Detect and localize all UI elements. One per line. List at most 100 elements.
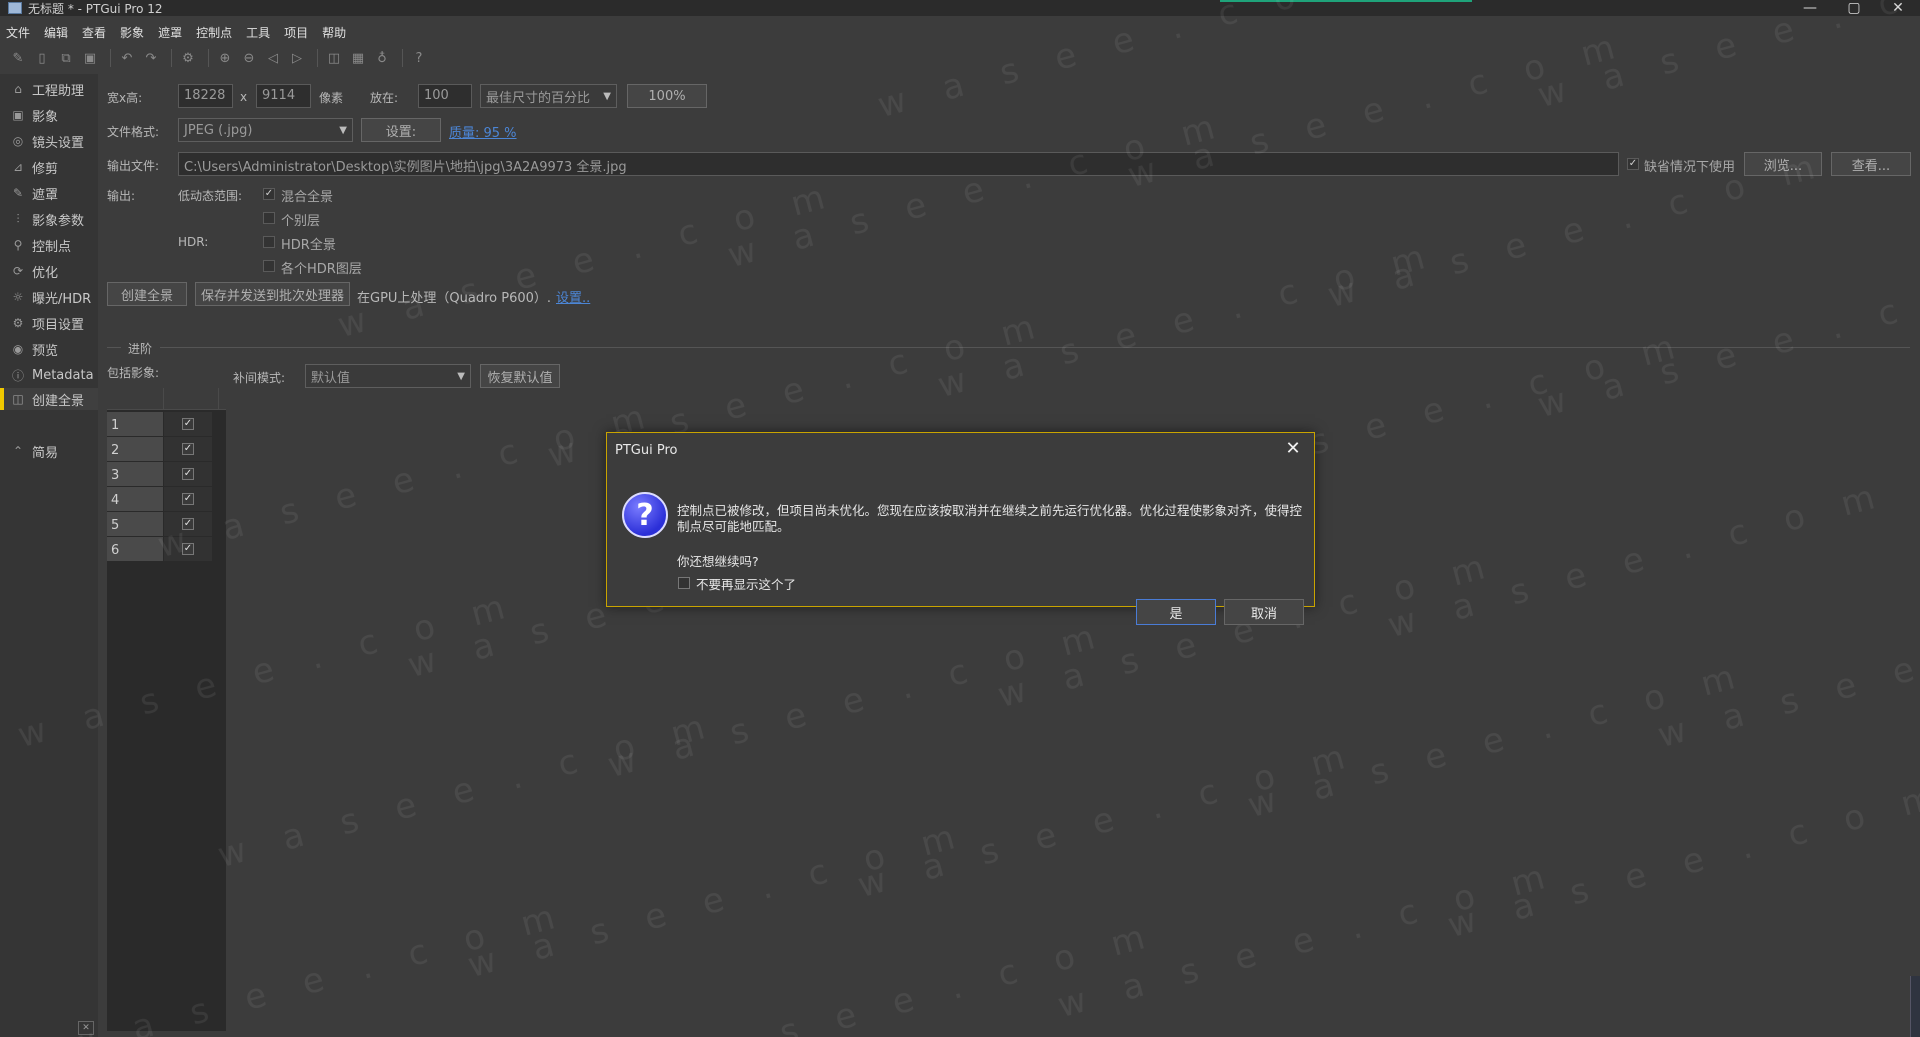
scale-mode-value: 最佳尺寸的百分比 — [486, 90, 591, 106]
format-settings-button[interactable]: 设置: — [361, 118, 441, 142]
menu-images[interactable]: 影象 — [120, 24, 144, 41]
sidebar-item-exposure-hdr[interactable]: ☼ 曝光/HDR — [0, 286, 98, 308]
menu-project[interactable]: 项目 — [284, 24, 308, 41]
next-icon[interactable]: ▷ — [287, 48, 307, 68]
width-input[interactable]: 18228 — [178, 84, 233, 108]
include-checkbox[interactable]: ✓ — [182, 518, 194, 530]
toolbar-separator — [208, 49, 209, 67]
include-cell[interactable]: ✓ — [164, 537, 212, 561]
menu-help[interactable]: 帮助 — [322, 24, 346, 41]
include-cell[interactable]: ✓ — [164, 412, 212, 436]
table-row[interactable]: 3 ✓ — [107, 462, 212, 487]
table-row[interactable]: 2 ✓ — [107, 437, 212, 462]
lightbulb-icon[interactable]: ♁ — [372, 48, 392, 68]
menu-control-points[interactable]: 控制点 — [196, 24, 232, 41]
settings-gear-icon[interactable]: ⚙ — [178, 48, 198, 68]
scale-mode-select[interactable]: 最佳尺寸的百分比 ▼ — [480, 84, 617, 108]
include-cell[interactable]: ✓ — [164, 487, 212, 511]
table-row[interactable]: 6 ✓ — [107, 537, 212, 562]
close-icon[interactable]: ✕ — [1282, 437, 1304, 459]
blended-checkbox[interactable]: ✓ — [263, 188, 275, 200]
include-cell[interactable]: ✓ — [164, 437, 212, 461]
hdr-pano-checkbox[interactable] — [263, 236, 275, 248]
watermark: w a s e e . c o m — [333, 173, 843, 347]
open-icon[interactable]: ▯ — [32, 48, 52, 68]
gpu-settings-link[interactable]: 设置.. — [556, 287, 590, 306]
zoom-out-icon[interactable]: ⊖ — [239, 48, 259, 68]
hdr-layers-checkbox[interactable] — [263, 260, 275, 272]
toolbar-separator — [171, 49, 172, 67]
sidebar-item-optimizer[interactable]: ⟳ 优化 — [0, 260, 98, 282]
image-number: 1 — [107, 412, 163, 436]
include-checkbox[interactable]: ✓ — [182, 493, 194, 505]
toolbar: ✎ ▯ ⧉ ▣ ↶ ↷ ⚙ ⊕ ⊖ ◁ ▷ ◫ ▦ ♁ ? — [0, 46, 1920, 70]
menu-tools[interactable]: 工具 — [246, 24, 270, 41]
sidebar-item-control-points[interactable]: ⚲ 控制点 — [0, 234, 98, 256]
prev-icon[interactable]: ◁ — [263, 48, 283, 68]
sidebar-item-simple[interactable]: ⌃ 简易 — [0, 440, 98, 462]
window-controls: — ▢ ✕ — [1788, 0, 1920, 16]
restore-default-button[interactable]: 恢复默认值 — [480, 364, 560, 388]
output-file-input[interactable]: C:\Users\Administrator\Desktop\实例图片\地拍\j… — [178, 152, 1619, 176]
sidebar-item-mask[interactable]: ✎ 遮罩 — [0, 182, 98, 204]
table-row[interactable]: 1 ✓ — [107, 412, 212, 437]
save-icon[interactable]: ▣ — [80, 48, 100, 68]
include-cell[interactable]: ✓ — [164, 462, 212, 486]
new-project-icon[interactable]: ✎ — [8, 48, 28, 68]
watermark: w a s e e . c o m — [603, 613, 1113, 787]
sidebar-item-image-parameters[interactable]: ⫶ 影象参数 — [0, 208, 98, 230]
help-icon[interactable]: ? — [409, 48, 429, 68]
redo-icon[interactable]: ↷ — [141, 48, 161, 68]
maximize-icon[interactable]: ▢ — [1832, 0, 1876, 16]
menu-file[interactable]: 文件 — [6, 24, 30, 41]
undo-icon[interactable]: ↶ — [117, 48, 137, 68]
view-button[interactable]: 查看... — [1831, 152, 1911, 176]
sidebar-item-images[interactable]: ▣ 影象 — [0, 104, 98, 126]
sidebar: ⌂ 工程助理 ▣ 影象 ◎ 镜头设置 ⊿ 修剪 ✎ 遮罩 ⫶ 影象参数 ⚲ 控制点 ⟳ 优化 ☼… — [0, 74, 98, 1037]
include-checkbox[interactable]: ✓ — [182, 443, 194, 455]
sidebar-item-preview[interactable]: ◉ 预览 — [0, 338, 98, 360]
menu-edit[interactable]: 编辑 — [44, 24, 68, 41]
collapse-icon[interactable]: ✕ — [78, 1021, 94, 1035]
file-format-select[interactable]: JPEG (.jpg) ▼ — [178, 118, 353, 142]
menu-mask[interactable]: 遮罩 — [158, 24, 182, 41]
times-label: x — [240, 90, 248, 104]
menu-view[interactable]: 查看 — [82, 24, 106, 41]
grid-icon[interactable]: ▦ — [348, 48, 368, 68]
cancel-button[interactable]: 取消 — [1224, 599, 1304, 625]
quality-link[interactable]: 质量: 95 % — [449, 122, 517, 141]
scrollbar[interactable] — [1910, 976, 1920, 1037]
sidebar-item-lens-settings[interactable]: ◎ 镜头设置 — [0, 130, 98, 152]
sidebar-item-metadata[interactable]: ⓘ Metadata — [0, 364, 98, 386]
browse-button[interactable]: 浏览... — [1744, 152, 1822, 176]
size-label: 宽x高: — [107, 91, 143, 105]
close-icon[interactable]: ✕ — [1876, 0, 1920, 16]
save-copy-icon[interactable]: ⧉ — [56, 48, 76, 68]
sidebar-item-label: 修剪 — [32, 161, 59, 177]
scale-input[interactable]: 100 — [418, 84, 472, 108]
save-batch-button[interactable]: 保存并发送到批次处理器 — [195, 282, 350, 306]
layers-checkbox[interactable] — [263, 212, 275, 224]
include-checkbox[interactable]: ✓ — [182, 418, 194, 430]
table-row[interactable]: 4 ✓ — [107, 487, 212, 512]
minimize-icon[interactable]: — — [1788, 0, 1832, 16]
yes-button[interactable]: 是 — [1136, 599, 1216, 625]
sidebar-item-crop[interactable]: ⊿ 修剪 — [0, 156, 98, 178]
info-icon: ⓘ — [11, 368, 24, 383]
panorama-editor-icon[interactable]: ◫ — [324, 48, 344, 68]
include-cell[interactable]: ✓ — [164, 512, 212, 536]
table-row[interactable]: 5 ✓ — [107, 512, 212, 537]
sidebar-item-project-settings[interactable]: ⚙ 项目设置 — [0, 312, 98, 334]
use-default-label: 缺省情况下使用 — [1644, 160, 1736, 175]
sidebar-item-create-panorama[interactable]: ◫ 创建全景 — [0, 388, 98, 410]
include-checkbox[interactable]: ✓ — [182, 543, 194, 555]
interp-select[interactable]: 默认值 ▼ — [305, 364, 471, 388]
zoom-in-icon[interactable]: ⊕ — [215, 48, 235, 68]
sidebar-item-project-assistant[interactable]: ⌂ 工程助理 — [0, 78, 98, 100]
include-checkbox[interactable]: ✓ — [182, 468, 194, 480]
height-input[interactable]: 9114 — [256, 84, 311, 108]
use-default-checkbox[interactable]: ✓ — [1627, 158, 1639, 170]
create-panorama-button[interactable]: 创建全景 — [107, 282, 187, 306]
percent-100-button[interactable]: 100% — [627, 84, 707, 108]
dont-show-checkbox[interactable] — [678, 577, 690, 589]
